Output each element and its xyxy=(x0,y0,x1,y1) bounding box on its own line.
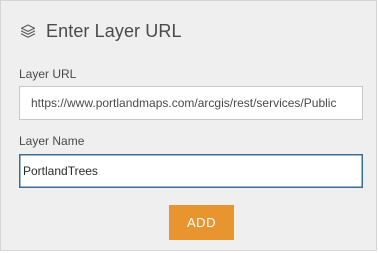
layers-icon xyxy=(18,21,38,41)
layer-name-label: Layer Name xyxy=(19,134,85,148)
layer-url-input[interactable] xyxy=(19,86,363,120)
layer-url-label: Layer URL xyxy=(19,67,77,81)
add-layer-url-panel: Enter Layer URL Layer URL Layer Name ADD xyxy=(0,0,377,251)
add-button[interactable]: ADD xyxy=(169,205,234,240)
layer-name-input[interactable] xyxy=(19,154,363,188)
panel-title: Enter Layer URL xyxy=(46,20,182,41)
panel-header: Enter Layer URL xyxy=(18,18,182,44)
